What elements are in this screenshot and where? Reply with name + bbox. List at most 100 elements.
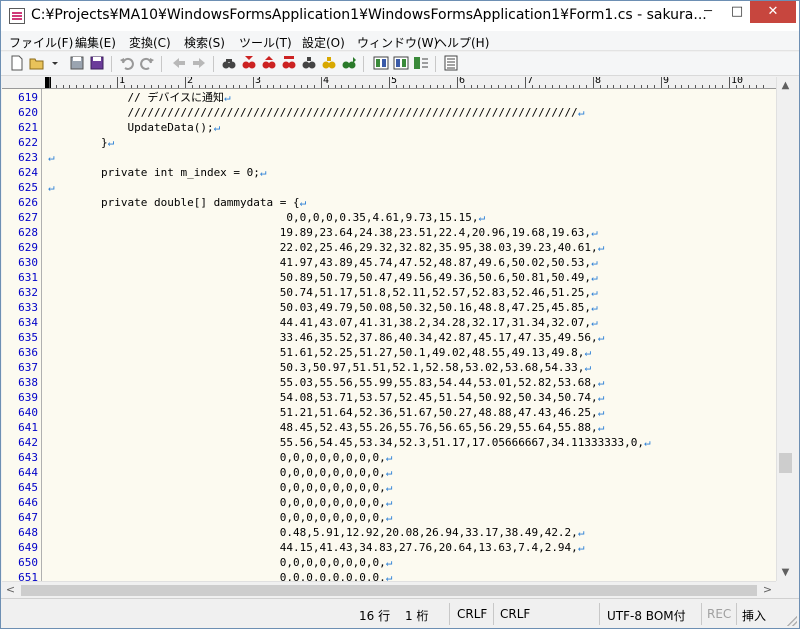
code-line[interactable]: 620 ////////////////////////////////////… xyxy=(2,105,776,120)
code-line[interactable]: 640 51.21,51.64,52.36,51.67,50.27,48.88,… xyxy=(2,405,776,420)
code-line[interactable]: 642 55.56,54.45,53.34,52.3,51.17,17.0566… xyxy=(2,435,776,450)
code-line[interactable]: 628 19.89,23.64,24.38,23.51,22.4,20.96,1… xyxy=(2,225,776,240)
code-line[interactable]: 627 0,0,0,0,0.35,4.61,9.73,15.15,↵ xyxy=(2,210,776,225)
newline-mark-icon: ↵ xyxy=(107,136,115,149)
code-line[interactable]: 645 0,0,0,0,0,0,0,0,↵ xyxy=(2,480,776,495)
line-content: 54.08,53.71,53.57,52.45,51.54,50.92,50.3… xyxy=(48,391,598,404)
new-file-icon[interactable] xyxy=(9,55,25,71)
menu-window[interactable]: ウィンドウ(W) xyxy=(357,34,438,51)
status-separator xyxy=(599,603,600,625)
tag-jump-icon[interactable] xyxy=(393,55,409,71)
code-line[interactable]: 647 0,0,0,0,0,0,0,0,↵ xyxy=(2,510,776,525)
code-line[interactable]: 623 ↵ xyxy=(2,150,776,165)
vertical-scroll-thumb[interactable] xyxy=(779,453,792,473)
line-text: 55.03,55.56,55.99,55.83,54.44,53.01,52.8… xyxy=(48,375,605,390)
line-content: 22.02,25.46,29.32,32.82,35.95,38.03,39.2… xyxy=(48,241,598,254)
vertical-scrollbar[interactable]: ▲ ▼ xyxy=(776,77,794,581)
code-line[interactable]: 621 UpdateData();↵ xyxy=(2,120,776,135)
menu-convert[interactable]: 変換(C) xyxy=(129,34,171,51)
undo-icon[interactable] xyxy=(119,55,135,71)
code-line[interactable]: 636 51.61,52.25,51.27,50.1,49.02,48.55,4… xyxy=(2,345,776,360)
minimize-button[interactable]: ─ xyxy=(694,1,722,23)
search-next-icon[interactable] xyxy=(261,55,277,71)
status-insert-mode[interactable]: 挿入 xyxy=(742,607,766,624)
code-line[interactable]: 629 22.02,25.46,29.32,32.82,35.95,38.03,… xyxy=(2,240,776,255)
code-line[interactable]: 630 41.97,43.89,45.74,47.52,48.87,49.6,5… xyxy=(2,255,776,270)
maximize-button[interactable]: □ xyxy=(723,1,751,23)
code-line[interactable]: 651 0,0,0,0,0,0,0,0,↵ xyxy=(2,570,776,581)
code-line[interactable]: 625 ↵ xyxy=(2,180,776,195)
grep-icon[interactable] xyxy=(281,55,297,71)
status-rec[interactable]: REC xyxy=(707,607,731,621)
menu-help[interactable]: ヘルプ(H) xyxy=(435,34,489,51)
newline-mark-icon: ↵ xyxy=(48,181,55,194)
line-text: 48.45,52.43,55.26,55.76,56.65,56.29,55.6… xyxy=(48,420,605,435)
open-file-icon[interactable] xyxy=(29,55,45,71)
menu-tools[interactable]: ツール(T) xyxy=(239,34,292,51)
code-line[interactable]: 624 private int m_index = 0;↵ xyxy=(2,165,776,180)
code-line[interactable]: 637 50.3,50.97,51.51,52.1,52.58,53.02,53… xyxy=(2,360,776,375)
search-prev-icon[interactable] xyxy=(241,55,257,71)
line-content: // デバイスに通知 xyxy=(48,91,225,104)
code-line[interactable]: 649 44.15,41.43,34.83,27.76,20.64,13.63,… xyxy=(2,540,776,555)
scroll-up-icon[interactable]: ▲ xyxy=(777,77,794,94)
ruler-tick xyxy=(436,85,438,88)
ruler-tick xyxy=(429,85,431,88)
forward-icon[interactable] xyxy=(191,55,207,71)
code-line[interactable]: 648 0.48,5.91,12.92,20.08,26.94,33.17,38… xyxy=(2,525,776,540)
line-text: 0,0,0,0,0,0,0,0,↵ xyxy=(48,510,393,525)
replace-icon[interactable] xyxy=(321,55,337,71)
code-line[interactable]: 626 private double[] dammydata = {↵ xyxy=(2,195,776,210)
dropdown-arrow-icon[interactable] xyxy=(47,55,58,71)
search-icon[interactable] xyxy=(221,55,237,71)
scroll-down-icon[interactable]: ▼ xyxy=(777,564,794,581)
newline-mark-icon: ↵ xyxy=(584,346,592,359)
status-eol-code[interactable]: CRLF xyxy=(500,607,530,621)
horizontal-scroll-thumb[interactable] xyxy=(21,585,757,596)
find-file-icon[interactable] xyxy=(301,55,317,71)
code-line[interactable]: 650 0,0,0,0,0,0,0,0,↵ xyxy=(2,555,776,570)
status-eol-mode[interactable]: CRLF xyxy=(457,607,487,621)
settings-icon[interactable] xyxy=(443,55,459,71)
code-line[interactable]: 646 0,0,0,0,0,0,0,0,↵ xyxy=(2,495,776,510)
line-text: 44.41,43.07,41.31,38.2,34.28,32.17,31.34… xyxy=(48,315,598,330)
line-content: 0,0,0,0,0,0,0,0, xyxy=(48,511,386,524)
status-encoding[interactable]: UTF-8 BOM付 xyxy=(607,607,686,624)
resize-grip-icon[interactable] xyxy=(787,616,797,626)
redo-icon[interactable] xyxy=(139,55,155,71)
line-number: 631 xyxy=(18,271,38,284)
code-line[interactable]: 643 0,0,0,0,0,0,0,0,↵ xyxy=(2,450,776,465)
menu-file[interactable]: ファイル(F) xyxy=(9,34,73,51)
horizontal-scrollbar[interactable]: < > xyxy=(2,581,776,598)
editor-area[interactable]: 619 // デバイスに通知↵ 620 /////////////////////… xyxy=(2,89,776,581)
sakura-app-icon[interactable] xyxy=(9,8,25,24)
menu-search[interactable]: 検索(S) xyxy=(184,34,225,51)
save-all-icon[interactable] xyxy=(89,55,105,71)
bookmark-icon[interactable] xyxy=(341,55,357,71)
save-icon[interactable] xyxy=(69,55,85,71)
code-line[interactable]: 635 33.46,35.52,37.86,40.34,42.87,45.17,… xyxy=(2,330,776,345)
code-line[interactable]: 619 // デバイスに通知↵ xyxy=(2,90,776,105)
code-line[interactable]: 633 50.03,49.79,50.08,50.32,50.16,48.8,4… xyxy=(2,300,776,315)
code-line[interactable]: 644 0,0,0,0,0,0,0,0,↵ xyxy=(2,465,776,480)
ruler-tick xyxy=(375,85,377,88)
menu-edit[interactable]: 編集(E) xyxy=(75,34,116,51)
code-line[interactable]: 638 55.03,55.56,55.99,55.83,54.44,53.01,… xyxy=(2,375,776,390)
back-icon[interactable] xyxy=(171,55,187,71)
newline-mark-icon: ↵ xyxy=(597,241,605,254)
scroll-right-icon[interactable]: > xyxy=(759,582,776,599)
code-line[interactable]: 632 50.74,51.17,51.8,52.11,52.57,52.83,5… xyxy=(2,285,776,300)
code-line[interactable]: 622 }↵ xyxy=(2,135,776,150)
ruler-tick xyxy=(606,85,608,88)
menu-settings[interactable]: 設定(O) xyxy=(302,34,345,51)
code-line[interactable]: 639 54.08,53.71,53.57,52.45,51.54,50.92,… xyxy=(2,390,776,405)
ruler-tick xyxy=(484,85,486,88)
close-button[interactable]: ✕ xyxy=(750,1,796,23)
scroll-left-icon[interactable]: < xyxy=(2,582,19,599)
code-line[interactable]: 641 48.45,52.43,55.26,55.76,56.65,56.29,… xyxy=(2,420,776,435)
code-line[interactable]: 631 50.89,50.79,50.47,49.56,49.36,50.6,5… xyxy=(2,270,776,285)
scrollbar-corner xyxy=(776,581,794,598)
compare-icon[interactable] xyxy=(373,55,389,71)
outline-icon[interactable] xyxy=(413,55,429,71)
code-line[interactable]: 634 44.41,43.07,41.31,38.2,34.28,32.17,3… xyxy=(2,315,776,330)
